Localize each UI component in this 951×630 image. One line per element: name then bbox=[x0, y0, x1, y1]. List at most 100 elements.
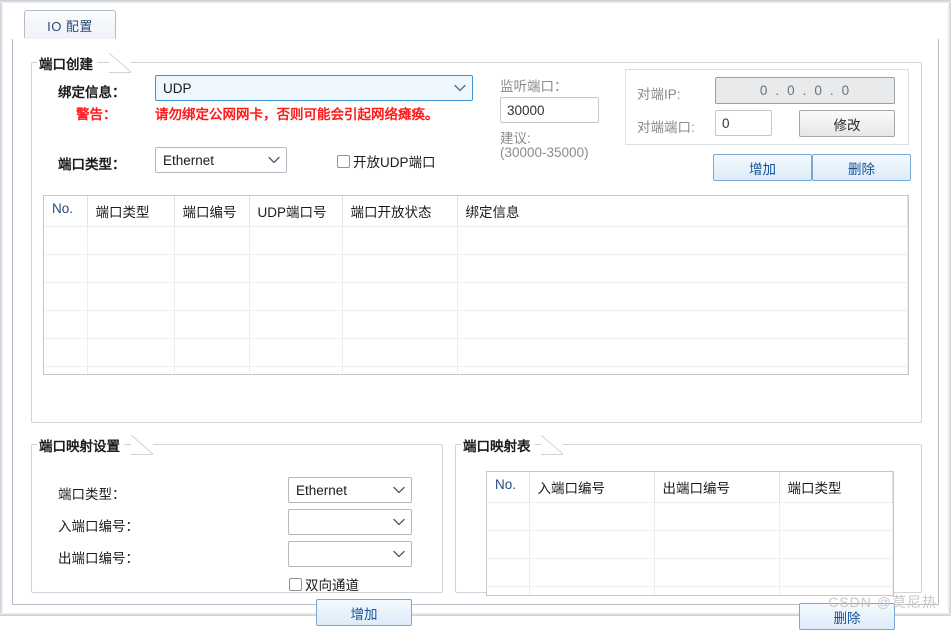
table-cell bbox=[779, 558, 893, 587]
window-left-edge bbox=[0, 3, 3, 616]
binding-info-combobox[interactable]: UDP bbox=[155, 75, 473, 101]
mapping-delete-button[interactable]: 删除 bbox=[799, 603, 895, 630]
mapping-table-grid: No. 入端口编号 出端口编号 端口类型 bbox=[487, 472, 893, 595]
table-row[interactable] bbox=[44, 282, 908, 311]
table-cell bbox=[44, 310, 88, 339]
open-udp-port-checkbox[interactable]: 开放UDP端口 bbox=[337, 151, 436, 171]
port-type-label: 端口类型： bbox=[58, 157, 126, 172]
mapping-port-type-combobox[interactable]: Ethernet bbox=[288, 477, 412, 503]
table-cell bbox=[249, 226, 343, 255]
add-port-button[interactable]: 增加 bbox=[713, 154, 812, 181]
table-cell bbox=[457, 226, 908, 255]
table-row[interactable] bbox=[487, 530, 893, 559]
port-table[interactable]: No. 端口类型 端口编号 UDP端口号 端口开放状态 绑定信息 bbox=[43, 195, 909, 375]
peer-port-input[interactable]: 0 bbox=[715, 110, 772, 136]
tab-io-config-label: IO 配置 bbox=[47, 18, 93, 34]
delete-port-button[interactable]: 删除 bbox=[812, 154, 911, 181]
table-cell bbox=[87, 254, 175, 283]
group-port-create-title-slant bbox=[109, 53, 131, 73]
port-table-grid: No. 端口类型 端口编号 UDP端口号 端口开放状态 绑定信息 bbox=[44, 196, 908, 374]
table-cell bbox=[779, 586, 893, 595]
mapping-out-port-combobox[interactable] bbox=[288, 541, 412, 567]
listen-port-input[interactable]: 30000 bbox=[500, 97, 599, 123]
table-cell bbox=[487, 530, 530, 559]
table-cell bbox=[654, 530, 780, 559]
slant-line-icon bbox=[541, 435, 563, 455]
suggest-range: (30000-35000) bbox=[500, 145, 589, 160]
table-cell bbox=[44, 254, 88, 283]
table-cell bbox=[654, 502, 780, 531]
peer-ip-dot-2: . bbox=[802, 83, 808, 98]
table-cell bbox=[529, 586, 655, 595]
group-port-create: 端口创建 绑定信息： UDP 警告： 请勿绑定公网网卡，否则可能会引起网络瘫痪。… bbox=[31, 53, 922, 423]
port-table-col-binding: 绑定信息 bbox=[457, 196, 908, 227]
table-cell bbox=[44, 282, 88, 311]
table-cell bbox=[529, 502, 655, 531]
add-port-button-label: 增加 bbox=[749, 161, 776, 177]
port-type-combobox[interactable]: Ethernet bbox=[155, 147, 287, 173]
port-table-col-open-state: 端口开放状态 bbox=[342, 196, 458, 227]
chevron-down-icon bbox=[391, 550, 407, 558]
group-port-create-title: 端口创建 bbox=[37, 53, 97, 72]
chevron-down-icon bbox=[391, 486, 407, 494]
table-cell bbox=[87, 366, 175, 374]
table-cell bbox=[342, 226, 458, 255]
modify-button[interactable]: 修改 bbox=[799, 110, 895, 137]
mapping-in-port-label: 入端口编号： bbox=[58, 519, 139, 534]
mapping-table[interactable]: No. 入端口编号 出端口编号 端口类型 bbox=[486, 471, 894, 596]
port-table-col-no: No. bbox=[44, 196, 88, 227]
group-mapping-table-title-slant bbox=[541, 435, 563, 455]
table-cell bbox=[249, 310, 343, 339]
suggest-label: 建议: bbox=[500, 131, 531, 146]
table-cell bbox=[87, 226, 175, 255]
table-row[interactable] bbox=[44, 366, 908, 374]
checkbox-box-icon bbox=[289, 577, 302, 591]
table-row[interactable] bbox=[44, 226, 908, 255]
group-mapping-settings-title-slant bbox=[131, 435, 153, 455]
table-cell bbox=[44, 338, 88, 367]
mapping-out-port-label: 出端口编号： bbox=[58, 551, 139, 566]
table-cell bbox=[487, 586, 530, 595]
table-cell bbox=[342, 310, 458, 339]
table-cell bbox=[174, 310, 250, 339]
table-cell bbox=[249, 366, 343, 374]
bidirectional-channel-checkbox[interactable]: 双向通道 bbox=[289, 574, 359, 594]
chevron-down-icon bbox=[391, 518, 407, 526]
window-top-edge bbox=[0, 0, 951, 3]
mapping-table-col-port-type: 端口类型 bbox=[779, 472, 893, 503]
tab-io-config[interactable]: IO 配置 bbox=[24, 10, 116, 39]
table-row[interactable] bbox=[44, 310, 908, 339]
mapping-table-col-no: No. bbox=[487, 472, 530, 503]
table-row[interactable] bbox=[487, 502, 893, 531]
mapping-add-button[interactable]: 增加 bbox=[316, 599, 412, 626]
table-cell bbox=[249, 282, 343, 311]
table-cell bbox=[457, 254, 908, 283]
port-table-col-no-label: No. bbox=[52, 201, 74, 216]
table-row[interactable] bbox=[44, 254, 908, 283]
slant-line-icon bbox=[131, 435, 153, 455]
table-row[interactable] bbox=[487, 586, 893, 595]
table-row[interactable] bbox=[44, 338, 908, 367]
peer-ip-octet-4: 0 bbox=[841, 83, 851, 98]
table-cell bbox=[654, 586, 780, 595]
table-row[interactable] bbox=[487, 558, 893, 587]
table-cell bbox=[779, 530, 893, 559]
port-table-col-udp-port: UDP端口号 bbox=[249, 196, 343, 227]
bidirectional-channel-label: 双向通道 bbox=[305, 578, 359, 593]
mapping-delete-button-label: 删除 bbox=[833, 610, 861, 626]
warning-text: 请勿绑定公网网卡，否则可能会引起网络瘫痪。 bbox=[155, 107, 439, 122]
table-cell bbox=[342, 282, 458, 311]
table-cell bbox=[249, 254, 343, 283]
table-cell bbox=[457, 338, 908, 367]
table-cell bbox=[342, 338, 458, 367]
mapping-table-head: No. 入端口编号 出端口编号 端口类型 bbox=[487, 472, 893, 503]
mapping-port-type-value: Ethernet bbox=[296, 482, 348, 498]
io-config-panel: 端口创建 绑定信息： UDP 警告： 请勿绑定公网网卡，否则可能会引起网络瘫痪。… bbox=[12, 39, 939, 630]
peer-ip-field[interactable]: 0 . 0 . 0 . 0 bbox=[715, 77, 895, 104]
table-cell bbox=[87, 282, 175, 311]
chevron-down-icon bbox=[452, 84, 468, 92]
delete-port-button-label: 删除 bbox=[848, 161, 875, 177]
mapping-table-col-out-port: 出端口编号 bbox=[654, 472, 780, 503]
mapping-in-port-combobox[interactable] bbox=[288, 509, 412, 535]
peer-ip-octet-2: 0 bbox=[787, 83, 796, 98]
